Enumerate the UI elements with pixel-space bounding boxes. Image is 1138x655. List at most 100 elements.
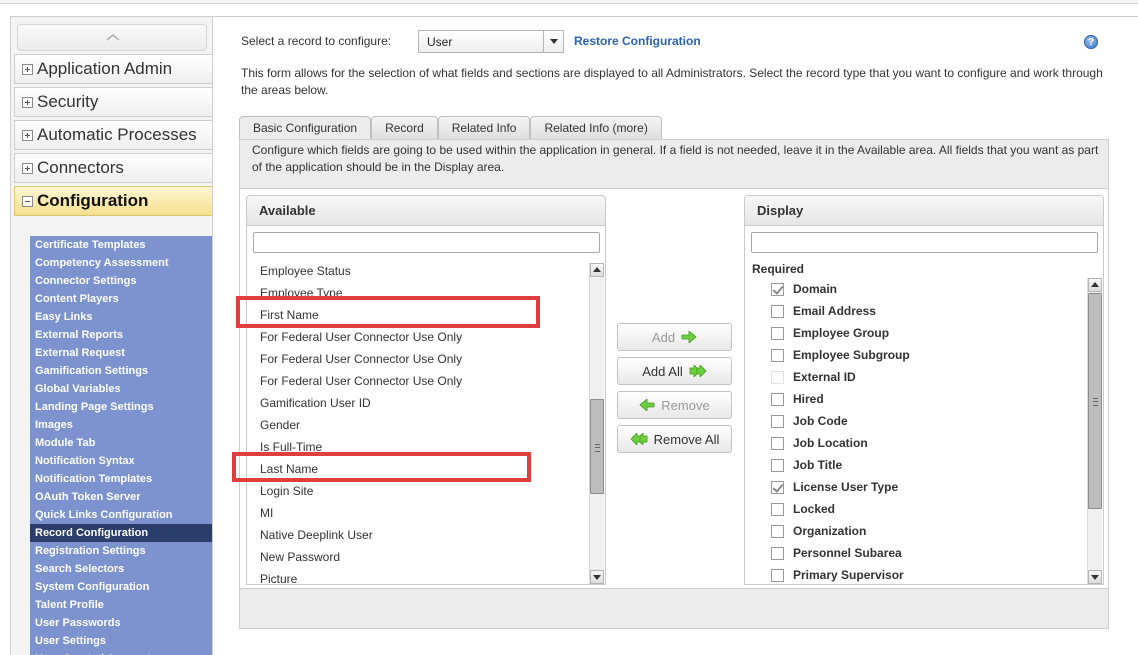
remove-button[interactable]: Remove [617,391,732,419]
nav-category-security[interactable]: Security [14,87,212,117]
tab-related-info[interactable]: Related Info [437,116,531,140]
checkbox[interactable] [771,414,784,428]
list-item[interactable]: MI [247,502,605,524]
sidebar-item-module-tab[interactable]: Module Tab [30,434,212,452]
record-type-select[interactable]: User [418,30,564,53]
dropdown-arrow-icon[interactable] [543,31,563,52]
checkbox[interactable] [771,392,784,406]
list-item[interactable]: Domain [745,278,1085,300]
checkbox[interactable] [771,458,784,472]
add-button[interactable]: Add [617,323,732,351]
list-item[interactable]: Picture [247,568,605,584]
help-icon[interactable]: ? [1084,35,1098,49]
nav-category-label: Connectors [37,158,124,177]
checkbox[interactable] [771,436,784,450]
list-item[interactable]: Employee Status [247,260,605,282]
scroll-up-icon[interactable] [1088,278,1102,292]
checkbox[interactable] [771,370,784,384]
checkbox[interactable] [771,304,784,318]
checkbox[interactable] [771,502,784,516]
display-filter-input[interactable] [751,232,1098,253]
list-item[interactable]: Job Title [745,454,1085,476]
sidebar-item-user-settings[interactable]: User Settings [30,632,212,650]
nav-category-connectors[interactable]: Connectors [14,153,212,183]
sidebar-item-registration-settings[interactable]: Registration Settings [30,542,212,560]
sidebar-item-certificate-templates[interactable]: Certificate Templates [30,236,212,254]
sidebar-item-landing-page-settings[interactable]: Landing Page Settings [30,398,212,416]
list-item[interactable]: Gender [247,414,605,436]
list-item[interactable]: Email Address [745,300,1085,322]
sidebar-item-user-created-account[interactable]: User-Created Account [30,650,212,655]
tab-related-info-more[interactable]: Related Info (more) [530,116,662,140]
sidebar-item-global-variables[interactable]: Global Variables [30,380,212,398]
list-item[interactable]: Personnel Subarea [745,542,1085,564]
checkbox[interactable] [771,568,784,582]
list-item[interactable]: Organization [745,520,1085,542]
sidebar-item-gamification-settings[interactable]: Gamification Settings [30,362,212,380]
sidebar-item-external-reports[interactable]: External Reports [30,326,212,344]
nav-category-application-admin[interactable]: Application Admin [14,54,212,84]
remove-all-button-label: Remove All [653,431,720,447]
list-item[interactable]: Employee Subgroup [745,344,1085,366]
sidebar-item-content-players[interactable]: Content Players [30,290,212,308]
list-item-label: Hired [793,392,824,406]
available-filter-input[interactable] [253,232,600,253]
list-item[interactable]: New Password [247,546,605,568]
list-item[interactable]: For Federal User Connector Use Only [247,370,605,392]
remove-button-label: Remove [661,397,710,413]
list-item[interactable]: Locked [745,498,1085,520]
sidebar-item-search-selectors[interactable]: Search Selectors [30,560,212,578]
scroll-up-icon[interactable] [590,263,604,277]
list-item[interactable]: Gamification User ID [247,392,605,414]
checkbox[interactable] [771,524,784,538]
sidebar-item-record-configuration[interactable]: Record Configuration [30,524,212,542]
add-button-label: Add [651,329,676,345]
checkbox[interactable] [771,282,784,296]
list-item[interactable]: Native Deeplink User [247,524,605,546]
scroll-thumb[interactable] [1088,293,1102,509]
list-item[interactable]: Primary Supervisor [745,564,1085,582]
sidebar-item-talent-profile[interactable]: Talent Profile [30,596,212,614]
highlight-first-name [236,296,540,328]
remove-all-button[interactable]: Remove All [617,425,732,453]
add-all-button[interactable]: Add All [617,357,732,385]
restore-configuration-link[interactable]: Restore Configuration [574,34,701,48]
checkbox[interactable] [771,480,784,494]
sidebar-item-external-request[interactable]: External Request [30,344,212,362]
tab-record[interactable]: Record [371,116,438,140]
sidebar-item-oauth-token-server[interactable]: OAuth Token Server [30,488,212,506]
checkbox[interactable] [771,348,784,362]
list-item[interactable]: For Federal User Connector Use Only [247,326,605,348]
list-item[interactable]: Job Location [745,432,1085,454]
sidebar-item-notification-templates[interactable]: Notification Templates [30,470,212,488]
sidebar-item-quick-links-configuration[interactable]: Quick Links Configuration [30,506,212,524]
sidebar-item-easy-links[interactable]: Easy Links [30,308,212,326]
top-border [0,0,1138,4]
sidebar-item-images[interactable]: Images [30,416,212,434]
list-item[interactable]: Employee Group [745,322,1085,344]
list-item[interactable]: For Federal User Connector Use Only [247,348,605,370]
list-item[interactable]: External ID [745,366,1085,388]
sidebar-item-competency-assessment[interactable]: Competency Assessment [30,254,212,272]
sidebar-item-user-passwords[interactable]: User Passwords [30,614,212,632]
list-item[interactable]: License User Type [745,476,1085,498]
sidebar-collapse-button[interactable] [17,24,207,51]
scroll-thumb[interactable] [590,399,604,494]
available-scrollbar[interactable] [589,263,604,584]
display-list[interactable]: Domain Email Address Employee Group Employe… [745,278,1085,582]
nav-category-configuration[interactable]: Configuration [14,186,212,216]
tab-basic-configuration[interactable]: Basic Configuration [239,116,372,141]
scroll-down-icon[interactable] [1088,570,1102,584]
page: Application Admin Security Automatic Pro… [0,0,1138,655]
checkbox[interactable] [771,546,784,560]
sidebar-item-connector-settings[interactable]: Connector Settings [30,272,212,290]
list-item[interactable]: Job Code [745,410,1085,432]
nav-category-automatic-processes[interactable]: Automatic Processes [14,120,212,150]
sidebar-item-notification-syntax[interactable]: Notification Syntax [30,452,212,470]
list-item[interactable]: Hired [745,388,1085,410]
checkbox[interactable] [771,326,784,340]
sidebar-item-system-configuration[interactable]: System Configuration [30,578,212,596]
scroll-down-icon[interactable] [590,570,604,584]
list-item[interactable]: Login Site [247,480,605,502]
display-scrollbar[interactable] [1087,278,1102,584]
